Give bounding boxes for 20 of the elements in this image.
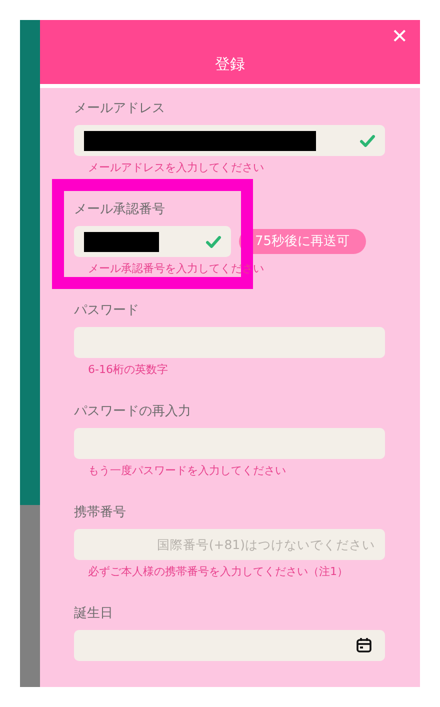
input-field[interactable] bbox=[74, 630, 385, 661]
field-label: メール承認番号 bbox=[74, 201, 166, 219]
field-hint: 6-16桁の英数字 bbox=[88, 363, 169, 377]
field-label: パスワードの再入力 bbox=[74, 403, 192, 421]
close-button[interactable]: ✕ bbox=[391, 26, 408, 46]
input-field[interactable] bbox=[74, 428, 385, 459]
dialog-title: 登録 bbox=[215, 54, 245, 75]
input-field[interactable] bbox=[74, 327, 385, 358]
calendar-icon[interactable] bbox=[356, 637, 372, 653]
input-field[interactable]: 国際番号(+81)はつけないでください bbox=[74, 529, 385, 560]
field-label: パスワード bbox=[74, 302, 140, 320]
field-hint: もう一度パスワードを入力してください bbox=[88, 464, 287, 478]
input-field[interactable] bbox=[74, 226, 231, 257]
field-label: 誕生日 bbox=[74, 605, 114, 623]
input-field[interactable] bbox=[74, 125, 385, 156]
field-hint: 必ずご本人様の携帯番号を入力してください（注1） bbox=[88, 565, 349, 579]
field-hint: メールアドレスを入力してください bbox=[88, 161, 265, 175]
field-label: メールアドレス bbox=[74, 100, 166, 118]
field-label: 携帯番号 bbox=[74, 504, 127, 522]
resend-button[interactable]: 75秒後に再送可 bbox=[239, 229, 366, 254]
